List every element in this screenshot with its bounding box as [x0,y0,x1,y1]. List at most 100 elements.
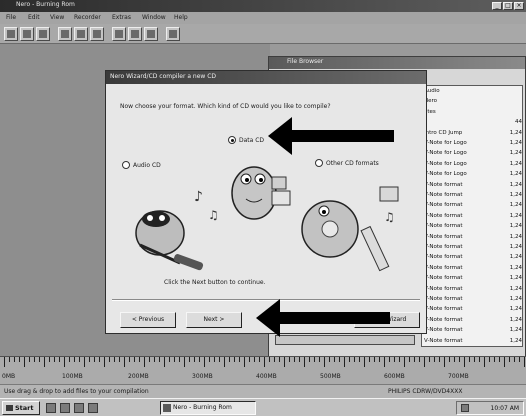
start-button[interactable]: Start [2,401,40,415]
file-row[interactable]: ates [422,107,522,117]
file-size: 1,24 [509,181,522,188]
file-size: 1,24 [509,140,522,146]
file-name: V-Note format [424,327,463,334]
next-button[interactable]: Next > [186,312,242,328]
file-row[interactable]: V-Note format 1,24 [422,315,522,325]
ruler-tick [114,357,115,362]
ruler-tick [454,357,455,362]
file-row[interactable]: V-Note format 1,24 [422,273,522,283]
file-row[interactable]: 44 [422,117,522,127]
save-button[interactable] [36,27,50,41]
ruler-tick [74,357,75,362]
previous-button[interactable]: < Previous [120,312,176,328]
quicklaunch-browser-icon[interactable] [60,403,70,413]
horizontal-scrollbar[interactable] [275,335,415,345]
other-formats-radio[interactable] [315,159,323,167]
ruler-tick [149,357,150,362]
file-row[interactable]: V-Note for Logo 1,24 [422,159,522,169]
file-row[interactable]: V-Note format 1,24 [422,211,522,221]
file-row[interactable]: V-Note format 1,24 [422,200,522,210]
volume-icon[interactable] [461,404,469,412]
file-row[interactable]: V-Note for Logo 1,24 [422,138,522,148]
file-row[interactable]: V-Note for Logo 1,24 [422,169,522,179]
ruler-tick [399,357,400,362]
file-row[interactable]: Nero [422,96,522,106]
ruler-tick [449,357,450,362]
audio-cd-illustration: ♪ ♫ [135,189,219,271]
file-row[interactable]: Audio [422,86,522,96]
ruler-tick [59,357,60,362]
ruler-tick [99,357,100,362]
close-button[interactable]: × [514,2,524,10]
file-row[interactable]: V-Note format 1,24 [422,284,522,294]
file-row[interactable]: V-Note format 1,24 [422,325,522,335]
file-row[interactable]: V-Note format 1,24 [422,294,522,304]
file-row[interactable]: V-Note for Logo 1,24 [422,148,522,158]
minimize-button[interactable]: _ [492,2,502,10]
quicklaunch-channels-icon[interactable] [88,403,98,413]
ruler-tick [129,357,130,362]
ruler-tick [39,357,40,362]
quicklaunch-mail-icon[interactable] [74,403,84,413]
windows-logo-icon [6,405,13,411]
file-row[interactable]: V-Note format 1,24 [422,232,522,242]
ruler-tick [304,357,305,367]
wizard-title-bar[interactable]: Nero Wizard/CD compiler a new CD [106,71,426,84]
file-name: V-Note for Logo [424,160,467,167]
file-list[interactable]: Audio Nero ates 44 Intro CD Jump 1,24 V-Note f… [421,85,523,347]
audio-cd-label: Audio CD [133,162,161,169]
menu-file[interactable]: File [6,14,16,21]
ruler-tick [164,357,165,367]
maximize-button[interactable]: □ [503,2,513,10]
open-button[interactable] [20,27,34,41]
file-row[interactable]: V-Note format 1,24 [422,242,522,252]
ruler-tick [494,357,495,362]
copy-icon [77,30,85,38]
menu-help[interactable]: Help [174,14,188,21]
file-row[interactable]: V-Note format 1,24 [422,304,522,314]
file-row[interactable]: V-Note format 1,24 [422,221,522,231]
app-title-bar[interactable]: Nero - Burning Rom _ □ × [0,0,526,12]
data-cd-radio[interactable] [228,136,236,144]
new-button[interactable] [4,27,18,41]
file-row[interactable]: Intro CD Jump 1,24 [422,128,522,138]
file-size: 1,24 [509,254,522,261]
burn-button[interactable] [112,27,126,41]
menu-view[interactable]: View [50,14,64,21]
ruler-tick [314,357,315,362]
help-button[interactable] [166,27,180,41]
copy-button[interactable] [74,27,88,41]
file-browser-title-bar[interactable]: File Browser [269,57,525,69]
ruler-tick [364,357,365,367]
paste-button[interactable] [90,27,104,41]
ruler-tick [499,357,500,362]
audio-cd-radio[interactable] [122,161,130,169]
ruler-tick [124,357,125,367]
file-row[interactable]: V-Note format 1,24 [422,263,522,273]
ruler-label: 0MB [2,373,16,380]
cut-button[interactable] [58,27,72,41]
taskbar-nero-button[interactable]: Nero - Burning Rom [160,401,256,415]
file-row[interactable]: V-Note format 1,24 [422,180,522,190]
menu-edit[interactable]: Edit [28,14,40,21]
menu-window[interactable]: Window [142,14,166,21]
ruler-tick [14,357,15,362]
file-row[interactable]: V-Note format 1,24 [422,252,522,262]
ruler-tick [29,357,30,362]
new-icon [7,30,15,38]
ruler-tick [334,357,335,362]
file-size: 1,24 [509,275,522,282]
menu-recorder[interactable]: Recorder [74,14,101,21]
file-size: 1,24 [509,285,522,292]
ruler-tick [474,357,475,362]
file-row[interactable]: V-Note format 1,24 [422,190,522,200]
ruler-tick [254,357,255,362]
ruler-tick [484,357,485,367]
ruler-tick [34,357,35,362]
properties-button[interactable] [128,27,142,41]
file-row[interactable]: V-Note format 1,24 [422,336,522,346]
info-button[interactable] [144,27,158,41]
quicklaunch-desktop-icon[interactable] [46,403,56,413]
ruler-tick [184,357,185,367]
menu-extras[interactable]: Extras [112,14,131,21]
